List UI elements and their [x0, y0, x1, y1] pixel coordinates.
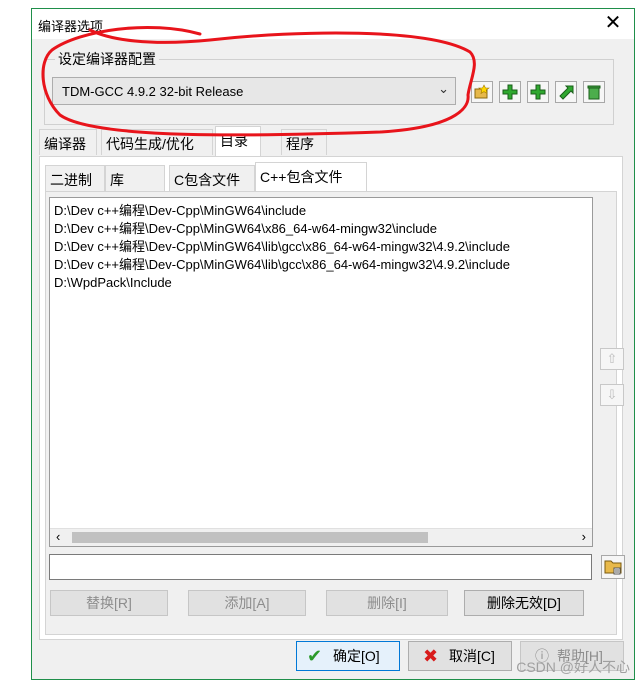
cancel-label: 取消[C]	[449, 648, 495, 664]
list-item[interactable]: D:\Dev c++编程\Dev-Cpp\MinGW64\include	[54, 202, 306, 219]
compiler-set-value: TDM-GCC 4.9.2 32-bit Release	[62, 84, 244, 99]
tab-directories[interactable]: 目录	[215, 126, 261, 156]
compiler-options-dialog: 编译器选项 ✕ 设定编译器配置 TDM-GCC 4.9.2 32-bit Rel…	[31, 8, 635, 680]
tab-binaries[interactable]: 二进制	[45, 165, 105, 191]
checkmark-icon: ✔	[307, 646, 323, 666]
arrow-up-icon: ⇧	[606, 351, 618, 366]
compiler-set-select[interactable]: TDM-GCC 4.9.2 32-bit Release ⌄	[52, 77, 456, 105]
delete-invalid-button[interactable]: 删除无效[D]	[464, 590, 584, 616]
cpp-includes-panel: D:\Dev c++编程\Dev-Cpp\MinGW64\include D:\…	[45, 191, 625, 635]
delete-button[interactable]: 删除[I]	[326, 590, 448, 616]
cancel-button[interactable]: ✖ 取消[C]	[408, 641, 512, 671]
add-plus-icon	[502, 84, 518, 100]
move-up-button[interactable]: ⇧	[600, 348, 624, 370]
browse-folder-button[interactable]	[601, 555, 625, 579]
scrollbar-thumb[interactable]	[72, 532, 428, 543]
list-item[interactable]: D:\WpdPack\Include	[54, 274, 172, 291]
tab-codegen[interactable]: 代码生成/优化	[101, 129, 213, 155]
title-bar: 编译器选项 ✕	[32, 9, 634, 39]
add-folder-icon	[474, 84, 490, 99]
chevron-down-icon: ⌄	[438, 81, 449, 96]
tab-programs[interactable]: 程序	[281, 129, 327, 155]
tab-c-includes[interactable]: C包含文件	[169, 165, 255, 191]
path-input[interactable]	[49, 554, 592, 580]
rename-icon	[559, 85, 574, 100]
window-title: 编译器选项	[38, 19, 104, 34]
tab-cpp-includes[interactable]: C++包含文件	[255, 162, 367, 192]
replace-button[interactable]: 替换[R]	[50, 590, 168, 616]
compiler-set-label: 设定编译器配置	[58, 51, 156, 67]
folder-browse-icon	[604, 560, 622, 575]
horizontal-scrollbar[interactable]: ‹ ›	[50, 528, 592, 546]
add-button[interactable]: 添加[A]	[188, 590, 306, 616]
move-down-button[interactable]: ⇩	[600, 384, 624, 406]
ok-button[interactable]: ✔ 确定[O]	[296, 641, 400, 671]
scroll-left-icon[interactable]: ‹	[56, 529, 60, 544]
list-item[interactable]: D:\Dev c++编程\Dev-Cpp\MinGW64\x86_64-w64-…	[54, 220, 437, 237]
directories-panel: 二进制 库 C包含文件 C++包含文件 D:\Dev c++编程\Dev-Cpp…	[39, 156, 625, 640]
add-compiler-copy-button[interactable]	[527, 81, 549, 103]
tab-libraries[interactable]: 库	[105, 165, 165, 191]
add-plus-icon-2	[530, 84, 546, 100]
delete-compiler-button[interactable]	[583, 81, 605, 103]
cancel-x-icon: ✖	[423, 646, 439, 666]
watermark-text: CSDN @好人不心	[516, 659, 630, 675]
close-icon[interactable]: ✕	[602, 12, 624, 34]
add-compiler-button[interactable]	[499, 81, 521, 103]
arrow-down-icon: ⇩	[606, 387, 618, 402]
scroll-right-icon[interactable]: ›	[582, 529, 586, 544]
tab-compiler[interactable]: 编译器	[39, 129, 97, 155]
list-item[interactable]: D:\Dev c++编程\Dev-Cpp\MinGW64\lib\gcc\x86…	[54, 238, 510, 255]
add-folder-button[interactable]	[471, 81, 493, 103]
delete-trash-icon	[587, 85, 601, 100]
ok-label: 确定[O]	[333, 648, 380, 664]
list-item[interactable]: D:\Dev c++编程\Dev-Cpp\MinGW64\lib\gcc\x86…	[54, 256, 510, 273]
rename-compiler-button[interactable]	[555, 81, 577, 103]
include-path-list[interactable]: D:\Dev c++编程\Dev-Cpp\MinGW64\include D:\…	[49, 197, 593, 547]
